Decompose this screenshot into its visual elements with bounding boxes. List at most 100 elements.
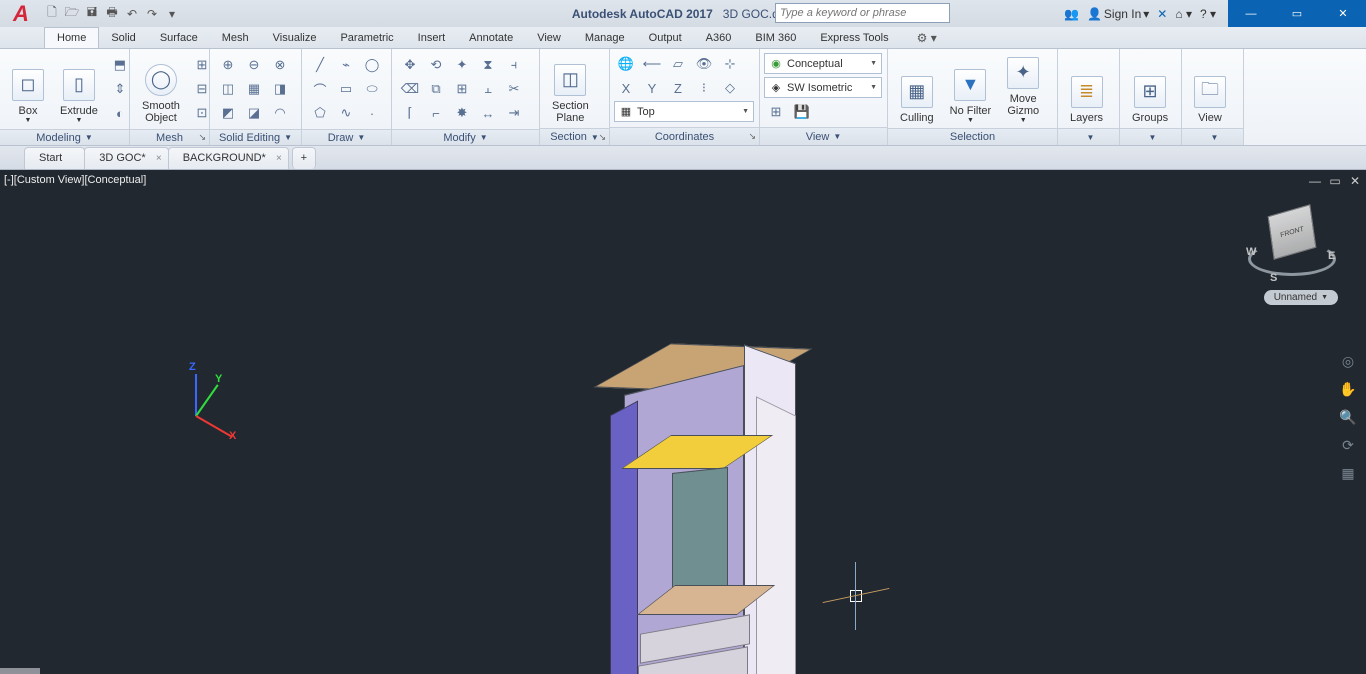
slice-icon[interactable]: ◫	[216, 78, 240, 100]
tab-bim360[interactable]: BIM 360	[743, 28, 808, 48]
maximize-button[interactable]: ▭	[1274, 0, 1320, 27]
polyline-icon[interactable]: ⌁	[334, 54, 358, 76]
new-tab-button[interactable]: +	[292, 147, 316, 169]
ribbon-settings-icon[interactable]: ⚙ ▾	[909, 28, 945, 48]
panel-title-view[interactable]: View▼	[760, 127, 887, 145]
ucs-3p-icon[interactable]: ⁝	[692, 77, 716, 99]
steering-wheel-icon[interactable]: ◎	[1337, 350, 1359, 372]
tab-solid[interactable]: Solid	[99, 28, 147, 48]
panel-title-selection[interactable]: Selection	[888, 128, 1057, 145]
erase-icon[interactable]: ⌫	[398, 78, 422, 100]
viewport-min-icon[interactable]: —	[1308, 174, 1322, 188]
ucs-origin-icon[interactable]: ⊹	[718, 53, 742, 75]
ucs-prev-icon[interactable]: ⟵	[640, 53, 664, 75]
redo-icon[interactable]: ↷	[144, 6, 160, 22]
circle-icon[interactable]: ◯	[360, 54, 384, 76]
close-tab-icon[interactable]: ×	[156, 153, 162, 164]
point-icon[interactable]: ·	[360, 102, 384, 124]
thicken-icon[interactable]: ▦	[242, 78, 266, 100]
arc-icon[interactable]: ⌒	[308, 78, 332, 100]
culling-button[interactable]: ▦ Culling	[892, 51, 942, 126]
doctab-3dgoc[interactable]: 3D GOC*×	[84, 147, 168, 169]
app-logo[interactable]: A	[0, 0, 42, 27]
ucs-y-icon[interactable]: Y	[640, 77, 664, 99]
orbit-icon[interactable]: ⟳	[1337, 434, 1359, 456]
new-icon[interactable]: 🗋	[44, 6, 60, 22]
close-tab-icon[interactable]: ×	[276, 153, 282, 164]
save-icon[interactable]: 🖬	[84, 6, 100, 22]
tab-mesh[interactable]: Mesh	[210, 28, 261, 48]
panel-title-mesh[interactable]: Mesh↘	[130, 129, 209, 145]
panel-title-modify[interactable]: Modify▼	[392, 129, 539, 145]
view-nav-icon[interactable]: ⊞	[764, 101, 788, 123]
panel-title-layers[interactable]: ▼	[1058, 128, 1119, 145]
copy-icon[interactable]: ⧉	[424, 78, 448, 100]
panel-title-solid-editing[interactable]: Solid Editing▼	[210, 129, 301, 145]
print-icon[interactable]: 🖶	[104, 6, 120, 22]
layers-button[interactable]: ≣ Layers	[1062, 51, 1111, 126]
viewport-close-icon[interactable]: ✕	[1348, 174, 1362, 188]
presspull-icon[interactable]: ⇕	[108, 78, 132, 100]
tab-a360[interactable]: A360	[694, 28, 744, 48]
scale3d-icon[interactable]: ✦	[450, 54, 474, 76]
panel-title-modeling[interactable]: Modeling▼	[0, 129, 129, 145]
view-preset-dropdown[interactable]: ◈ SW Isometric▼	[764, 77, 882, 98]
keyword-search[interactable]	[775, 3, 950, 23]
doctab-background[interactable]: BACKGROUND*×	[168, 147, 289, 169]
named-ucs-dropdown[interactable]: ▦ Top▼	[614, 101, 754, 122]
doctab-start[interactable]: Start	[24, 147, 85, 169]
offset-icon[interactable]: ⫠	[476, 78, 500, 100]
compass-e[interactable]: E	[1328, 250, 1335, 262]
intersect-icon[interactable]: ⊗	[268, 54, 292, 76]
ucs-world-icon[interactable]: 🌐	[614, 53, 638, 75]
shell-icon[interactable]: ◪	[242, 102, 266, 124]
polygon-icon[interactable]: ⬠	[308, 102, 332, 124]
chamfer-icon[interactable]: ⌐	[424, 102, 448, 124]
no-filter-button[interactable]: ▼ No Filter ▼	[942, 51, 1000, 126]
trim-icon[interactable]: ✂	[502, 78, 526, 100]
visual-style-dropdown[interactable]: ◉ Conceptual▼	[764, 53, 882, 74]
panel-title-coordinates[interactable]: Coordinates↘	[610, 127, 759, 145]
ucs-obj-icon[interactable]: ◇	[718, 77, 742, 99]
view-button[interactable]: 🗀 View	[1186, 51, 1234, 126]
model-wardrobe[interactable]	[600, 360, 800, 674]
align3d-icon[interactable]: ⫞	[502, 54, 526, 76]
close-button[interactable]: ✕	[1320, 0, 1366, 27]
fillet-icon[interactable]: ◠	[268, 102, 292, 124]
subtract-icon[interactable]: ⊖	[242, 54, 266, 76]
imprint-icon[interactable]: ◩	[216, 102, 240, 124]
smooth-object-button[interactable]: ◯ Smooth Object	[134, 51, 188, 126]
tab-insert[interactable]: Insert	[406, 28, 458, 48]
rotate3d-icon[interactable]: ⟲	[424, 54, 448, 76]
ucs-view-icon[interactable]: 👁	[692, 53, 716, 75]
pan-icon[interactable]: ✋	[1337, 378, 1359, 400]
panel-title-groups[interactable]: ▼	[1120, 128, 1181, 145]
fillet2d-icon[interactable]: ⌈	[398, 102, 422, 124]
tab-home[interactable]: Home	[44, 27, 99, 48]
infocenter-icon[interactable]: 👥	[1064, 7, 1079, 21]
view-cube-compass[interactable]	[1248, 242, 1336, 276]
help-icon[interactable]: ? ▾	[1200, 7, 1216, 21]
tab-output[interactable]: Output	[637, 28, 694, 48]
search-input[interactable]	[775, 3, 950, 23]
union-icon[interactable]: ⊕	[216, 54, 240, 76]
tab-manage[interactable]: Manage	[573, 28, 637, 48]
tab-surface[interactable]: Surface	[148, 28, 210, 48]
rect-icon[interactable]: ▭	[334, 78, 358, 100]
ucs-face-icon[interactable]: ▱	[666, 53, 690, 75]
view-cube[interactable]: FRONT W S E	[1252, 200, 1332, 280]
tab-parametric[interactable]: Parametric	[328, 28, 405, 48]
line-icon[interactable]: ╱	[308, 54, 332, 76]
qat-more-icon[interactable]: ▾	[164, 6, 180, 22]
explode-icon[interactable]: ✸	[450, 102, 474, 124]
extract-icon[interactable]: ◨	[268, 78, 292, 100]
ucs-x-icon[interactable]: X	[614, 77, 638, 99]
ucs-z-icon[interactable]: Z	[666, 77, 690, 99]
sign-in-button[interactable]: 👤 Sign In ▾	[1087, 7, 1149, 21]
array-icon[interactable]: ⊞	[450, 78, 474, 100]
section-plane-button[interactable]: ◫ Section Plane	[544, 51, 597, 126]
mirror3d-icon[interactable]: ⧗	[476, 54, 500, 76]
extrude-button[interactable]: ▯ Extrude ▼	[52, 51, 106, 126]
app-store-icon[interactable]: ⌂ ▾	[1175, 7, 1192, 21]
revolve-icon[interactable]: ◐	[108, 102, 132, 124]
